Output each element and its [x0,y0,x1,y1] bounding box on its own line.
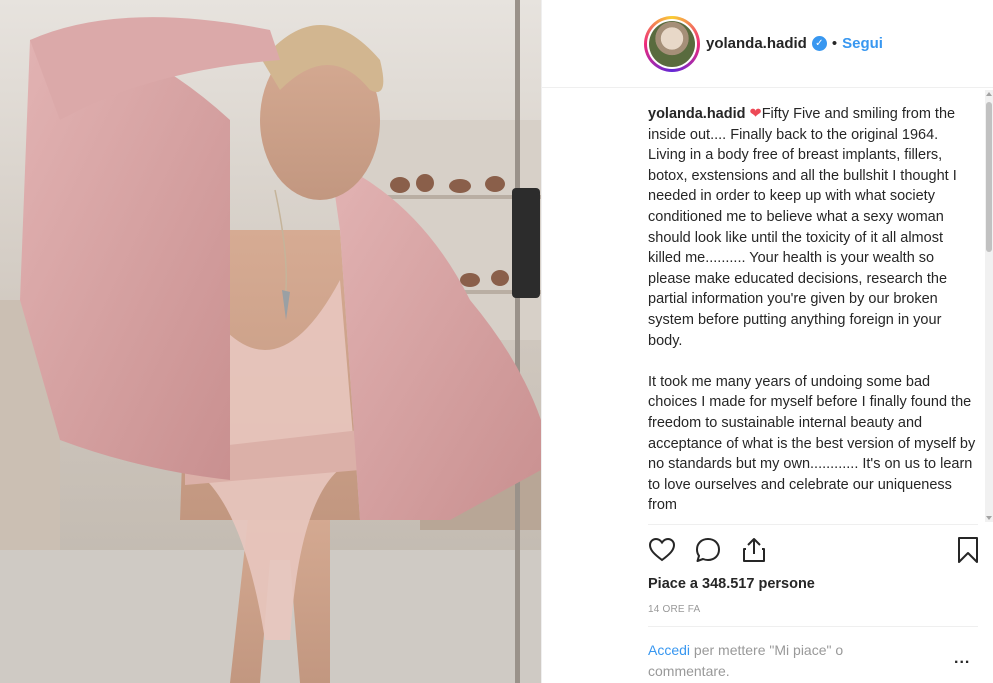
scroll-down-arrow-icon[interactable] [986,516,992,520]
post-side-panel: yolanda.hadid ✓ • Segui yolanda.hadid ❤F… [541,0,993,683]
scrollbar-thumb[interactable] [986,102,992,252]
caption-text-part2: It took me many years of undoing some ba… [648,373,976,514]
post-actions [648,536,978,566]
post-photo[interactable] [0,0,541,683]
post-header-text: yolanda.hadid ✓ • Segui [706,35,883,52]
caption-scrollbar[interactable] [985,90,993,522]
login-prompt: Accedi per mettere "Mi piace" o commenta… [648,640,908,682]
divider [648,626,978,627]
post-caption: yolanda.hadid ❤Fifty Five and smiling fr… [648,104,978,524]
login-link[interactable]: Accedi [648,642,690,658]
username-link[interactable]: yolanda.hadid [706,35,807,52]
story-ring[interactable] [644,16,700,72]
separator-dot: • [831,35,838,52]
share-icon[interactable] [740,536,768,564]
verified-icon: ✓ [811,36,827,51]
avatar[interactable] [649,21,695,67]
heart-icon[interactable] [648,536,676,564]
likes-count[interactable]: Piace a 348.517 persone [648,576,815,592]
heart-emoji: ❤ [749,106,762,122]
bookmark-icon[interactable] [954,536,982,564]
caption-username-link[interactable]: yolanda.hadid [648,106,746,122]
more-options-icon[interactable]: ... [954,650,970,668]
caption-text-part1: Fifty Five and smiling from the inside o… [648,106,957,349]
comment-icon[interactable] [694,536,722,564]
follow-button[interactable]: Segui [842,35,883,52]
avatar-border [647,19,697,69]
post-timestamp[interactable]: 14 ORE FA [648,604,700,615]
scroll-up-arrow-icon[interactable] [986,92,992,96]
post-photo-image [0,0,541,683]
divider [648,524,978,525]
